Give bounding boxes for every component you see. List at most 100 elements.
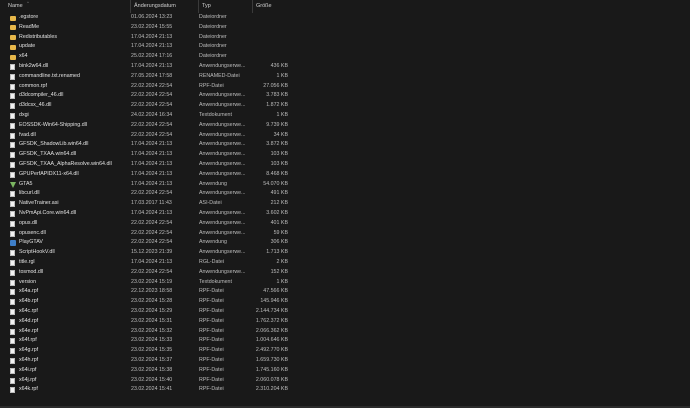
file-type: Anwendungserwe... [199,92,246,99]
file-date: 22.02.2024 22:54 [131,190,173,197]
file-type: Anwendungserwe... [199,268,246,275]
doc-icon [10,64,15,70]
file-size: 2.144.734 KB [255,308,288,314]
file-type: RPF-Datei [199,317,224,324]
file-size: 1.713 KB [266,249,288,256]
file-date: 17.03.2017 11:43 [131,200,172,207]
file-row[interactable]: x64c.rpf 23.02.2024 15:29 RPF-Datei 2.144.7… [0,307,690,317]
file-name: version [19,278,37,285]
game-icon [10,181,16,188]
file-list: .egstore 01.06.2024 13:23 Dateiordner ReadM… [0,13,690,408]
file-date: 23.02.2024 15:31 [131,317,173,324]
file-size: 212 KB [270,200,288,207]
file-row[interactable]: x64b.rpf 23.02.2024 15:28 RPF-Datei 145.946… [0,297,690,307]
file-row[interactable]: x64e.rpf 23.02.2024 15:32 RPF-Datei 2.066.3… [0,327,690,337]
file-row[interactable]: version 23.02.2024 15:19 Textdokument 1 KB [0,278,690,288]
file-row[interactable]: opus.dll 22.02.2024 22:54 Anwendungserwe..… [0,219,690,229]
folder-icon [10,15,16,21]
file-row[interactable]: bink2w64.dll 17.04.2024 21:13 Anwendungser… [0,62,690,72]
file-date: 25.02.2024 17:16 [131,53,173,60]
file-row[interactable]: x64 25.02.2024 17:16 Dateiordner [0,52,690,62]
file-row[interactable]: title.rgl 17.04.2024 21:13 RGL-Datei 2 KB [0,258,690,268]
file-name: x64 [19,53,28,60]
doc-icon [10,309,15,315]
file-size: 2.060.078 KB [255,376,288,383]
file-row[interactable]: EOSSDK-Win64-Shipping.dll 22.02.2024 22:5… [0,121,690,131]
file-type: RPF-Datei [199,376,224,383]
file-row[interactable]: x64d.rpf 23.02.2024 15:31 RPF-Datei 1.762.3… [0,317,690,327]
file-size: 1.659.730 KB [255,357,288,363]
file-row[interactable]: d3dcsx_46.dll 22.02.2024 22:54 Anwendungse… [0,101,690,111]
file-row[interactable]: Redistributables 17.04.2024 21:13 Dateiord… [0,33,690,43]
file-row[interactable]: libcurl.dll 22.02.2024 22:54 Anwendungserw… [0,189,690,199]
file-type: Dateiordner [199,43,227,50]
file-row[interactable]: GFSDK_ShadowLib.win64.dll 17.04.2024 21:1… [0,140,690,150]
file-date: 23.02.2024 15:35 [131,347,173,354]
file-name: PlayGTAV [19,239,43,246]
file-name: GTA5 [19,180,33,187]
file-row[interactable]: NativeTrainer.asi 17.03.2017 11:43 ASI-Dat… [0,199,690,209]
file-row[interactable]: d3dcompiler_46.dll 22.02.2024 22:54 Anwend… [0,91,690,101]
file-row[interactable]: x64g.rpf 23.02.2024 15:35 RPF-Datei 2.492.7… [0,346,690,356]
file-row[interactable]: opusenc.dll 22.02.2024 22:54 Anwendungserw… [0,229,690,239]
file-name: NativeTrainer.asi [19,200,59,207]
file-name: NvPmApi.Core.win64.dll [19,210,77,216]
file-type: RPF-Datei [199,366,224,373]
file-size: 1.762.372 KB [255,317,288,324]
file-size: 59 KB [273,229,288,236]
file-row[interactable]: NvPmApi.Core.win64.dll 17.04.2024 21:13 An… [0,209,690,219]
column-header-type[interactable]: Typ [198,0,252,13]
file-name: x64e.rpf [19,327,39,334]
file-row[interactable]: GTA5 17.04.2024 21:13 Anwendung 54.070 KB [0,180,690,190]
file-row[interactable]: ScriptHookV.dll 15.12.2023 21:39 Anwendung… [0,248,690,258]
file-type: RPF-Datei [199,298,224,305]
file-row[interactable]: tosmod.dll 22.02.2024 22:54 Anwendungserwe… [0,268,690,278]
file-date: 17.04.2024 21:13 [131,161,173,167]
file-date: 23.02.2024 15:29 [131,308,173,314]
doc-icon [10,142,15,149]
file-row[interactable]: dxgi 24.02.2024 16:34 Textdokument 1 KB [0,111,690,121]
file-row[interactable]: x64j.rpf 23.02.2024 15:40 RPF-Datei 2.060.0… [0,376,690,386]
file-row[interactable]: common.rpf 22.02.2024 22:54 RPF-Datei 27.05… [0,82,690,92]
file-row[interactable]: fvad.dll 22.02.2024 22:54 Anwendungserwe..… [0,131,690,141]
column-header-name[interactable]: Name [5,0,130,13]
file-size: 1.745.160 KB [255,366,288,373]
file-row[interactable]: x64k.rpf 23.02.2024 15:41 RPF-Datei 2.310.2… [0,385,690,395]
file-size: 1 KB [276,72,288,79]
file-date: 17.04.2024 21:13 [131,151,173,158]
file-row[interactable]: GPUPerfAPIDX11-x64.dll 17.04.2024 21:13 An… [0,170,690,180]
file-type: Anwendungserwe... [199,102,246,109]
file-row[interactable]: commandline.txt.renamed 27.05.2024 17:58 R… [0,72,690,82]
file-name: GFSDK_TXAA_AlphaResolve.win64.dll [19,161,112,167]
file-type: Dateiordner [199,23,227,30]
file-size: 54.070 KB [263,180,288,187]
doc-icon [10,191,15,198]
file-row[interactable]: GFSDK_TXAA_AlphaResolve.win64.dll 17.04.2… [0,160,690,170]
doc-icon [10,348,15,355]
doc-icon [10,328,15,335]
file-row[interactable]: .egstore 01.06.2024 13:23 Dateiordner [0,13,690,23]
file-name: x64b.rpf [19,298,39,305]
file-date: 22.02.2024 22:54 [131,131,173,138]
file-date: 23.02.2024 15:19 [131,278,173,285]
file-size: 3.602 KB [266,210,288,216]
file-row[interactable]: x64i.rpf 23.02.2024 15:38 RPF-Datei 1.745.1… [0,366,690,376]
file-date: 24.02.2024 16:34 [131,112,173,118]
file-row[interactable]: PlayGTAV 22.02.2024 22:54 Anwendung 306 KB [0,238,690,248]
file-row[interactable]: x64f.rpf 23.02.2024 15:33 RPF-Datei 1.004.6… [0,336,690,346]
doc-icon [10,93,15,100]
file-row[interactable]: ReadMe 23.02.2024 15:55 Dateiordner [0,23,690,33]
file-date: 22.02.2024 22:54 [131,219,173,226]
file-row[interactable]: GFSDK_TXAA.win64.dll 17.04.2024 21:13 Anwe… [0,150,690,160]
file-name: opus.dll [19,219,38,226]
file-name: ScriptHookV.dll [19,249,55,256]
file-size: 34 KB [273,131,288,138]
file-type: RPF-Datei [199,308,224,314]
file-row[interactable]: x64h.rpf 23.02.2024 15:37 RPF-Datei 1.659.7… [0,356,690,366]
doc-icon [10,318,15,325]
file-size: 436 KB [270,63,288,69]
file-row[interactable]: update 17.04.2024 21:13 Dateiordner [0,42,690,52]
column-header-date[interactable]: Änderungsdatum [130,0,198,13]
column-header-size[interactable]: Größe [252,0,292,13]
file-row[interactable]: x64a.rpf 22.12.2023 18:58 RPF-Datei 47.566 … [0,287,690,297]
